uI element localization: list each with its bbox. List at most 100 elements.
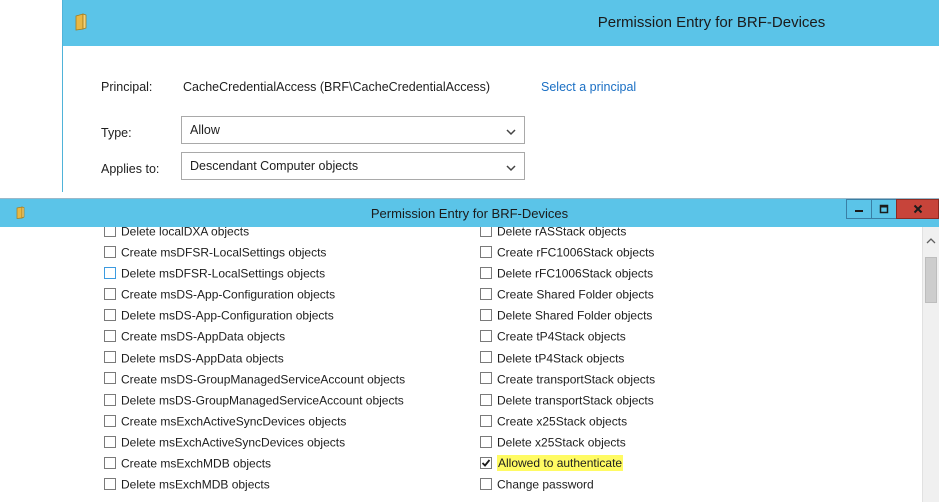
permission-item[interactable]: Create rFC1006Stack objects [480, 242, 655, 263]
back-permission-window: Permission Entry for BRF-Devices Princip… [62, 0, 939, 192]
close-button[interactable] [896, 199, 939, 219]
chevron-down-icon [506, 161, 516, 175]
permissions-list: Delete localDXA objects Create msDFSR-Loc… [0, 227, 922, 502]
permission-label: Delete msDS-GroupManagedServiceAccount o… [121, 393, 404, 408]
permission-checkbox[interactable] [480, 309, 492, 322]
permission-item[interactable]: Delete rASStack objects [480, 227, 655, 242]
permission-item[interactable]: Create x25Stack objects [480, 411, 655, 432]
applies-to-select[interactable]: Descendant Computer objects [181, 152, 525, 180]
permission-item[interactable]: Delete localDXA objects [104, 227, 405, 242]
permission-checkbox[interactable] [480, 393, 492, 406]
type-select[interactable]: Allow [181, 116, 525, 144]
front-window-titlebar[interactable]: Permission Entry for BRF-Devices [0, 199, 939, 227]
permission-label: Create x25Stack objects [497, 414, 628, 429]
select-principal-link[interactable]: Select a principal [541, 80, 636, 94]
back-window-titlebar[interactable]: Permission Entry for BRF-Devices [63, 0, 939, 46]
permission-item[interactable]: Create msExchMDB objects [104, 453, 405, 474]
permission-checkbox[interactable] [104, 435, 116, 448]
applies-to-label: Applies to: [101, 162, 160, 176]
permission-checkbox[interactable] [480, 245, 492, 258]
principal-value: CacheCredentialAccess (BRF\CacheCredenti… [183, 80, 491, 94]
permission-label: Create msDS-GroupManagedServiceAccount o… [121, 371, 406, 386]
permission-label: Create tP4Stack objects [497, 329, 626, 344]
permission-label: Delete tP4Stack objects [497, 350, 625, 365]
permission-label: Delete msDS-App-Configuration objects [121, 308, 334, 323]
permission-checkbox[interactable] [104, 330, 116, 343]
scrollbar-thumb[interactable] [925, 257, 937, 303]
front-permission-window: Permission Entry for BRF-Devices Delete … [0, 198, 939, 502]
permission-item[interactable]: Delete msDS-App-Configuration objects [104, 305, 405, 326]
permission-item[interactable]: Delete msDS-GroupManagedServiceAccount o… [104, 390, 405, 411]
permission-item[interactable]: Change password [480, 474, 655, 495]
permission-checkbox[interactable] [480, 477, 492, 490]
permission-checkbox[interactable] [104, 477, 116, 490]
permission-label: Delete msExchMDB objects [121, 477, 270, 492]
permission-checkbox[interactable] [480, 456, 492, 469]
permissions-left-column: Delete localDXA objects Create msDFSR-Loc… [104, 227, 405, 495]
principal-label: Principal: [101, 80, 153, 94]
permission-item[interactable]: Delete Shared Folder objects [480, 305, 655, 326]
permission-item[interactable]: Create msDS-AppData objects [104, 326, 405, 347]
chevron-down-icon [506, 125, 516, 139]
permission-item[interactable]: Create tP4Stack objects [480, 326, 655, 347]
permission-checkbox[interactable] [104, 372, 116, 385]
permission-item[interactable]: Allowed to authenticate [480, 453, 655, 474]
permission-label: Delete msDFSR-LocalSettings objects [121, 266, 326, 281]
permission-item[interactable]: Delete x25Stack objects [480, 432, 655, 453]
minimize-icon [855, 210, 863, 212]
permission-checkbox[interactable] [104, 267, 116, 280]
permission-label: Delete Shared Folder objects [497, 308, 653, 323]
permission-label: Allowed to authenticate [497, 455, 624, 472]
permission-label: Create msDS-App-Configuration objects [121, 287, 336, 302]
back-window-title: Permission Entry for BRF-Devices [597, 14, 826, 31]
permission-label: Create rFC1006Stack objects [497, 245, 655, 260]
permission-checkbox[interactable] [104, 351, 116, 364]
minimize-button[interactable] [846, 199, 872, 219]
permission-item[interactable]: Delete msDFSR-LocalSettings objects [104, 263, 405, 284]
permission-item[interactable]: Delete transportStack objects [480, 390, 655, 411]
permission-checkbox[interactable] [104, 309, 116, 322]
permission-item[interactable]: Delete msExchMDB objects [104, 474, 405, 495]
maximize-button[interactable] [871, 199, 897, 219]
vertical-scrollbar[interactable] [922, 227, 939, 502]
permission-label: Create msExchMDB objects [121, 456, 272, 471]
permission-item[interactable]: Delete tP4Stack objects [480, 348, 655, 369]
permission-item[interactable]: Delete rFC1006Stack objects [480, 263, 655, 284]
permission-item[interactable]: Create msDS-GroupManagedServiceAccount o… [104, 369, 405, 390]
permission-checkbox[interactable] [480, 351, 492, 364]
permission-checkbox[interactable] [480, 288, 492, 301]
permission-label: Delete rFC1006Stack objects [497, 266, 654, 281]
permission-item[interactable]: Create msDS-App-Configuration objects [104, 284, 405, 305]
permission-item[interactable]: Create transportStack objects [480, 369, 655, 390]
permission-item[interactable]: Create Shared Folder objects [480, 284, 655, 305]
permission-label: Delete rASStack objects [497, 227, 627, 239]
permission-checkbox[interactable] [104, 414, 116, 427]
permission-item[interactable]: Delete msDS-AppData objects [104, 348, 405, 369]
permission-checkbox[interactable] [480, 267, 492, 280]
permission-checkbox[interactable] [104, 288, 116, 301]
permission-checkbox[interactable] [480, 372, 492, 385]
permission-checkbox[interactable] [104, 245, 116, 258]
permission-label: Create transportStack objects [497, 371, 656, 386]
applies-to-select-value: Descendant Computer objects [190, 159, 359, 173]
scroll-up-icon[interactable] [926, 233, 936, 247]
permission-checkbox[interactable] [480, 435, 492, 448]
permission-checkbox[interactable] [104, 227, 116, 237]
permission-item[interactable]: Create msDFSR-LocalSettings objects [104, 242, 405, 263]
permission-checkbox[interactable] [480, 227, 492, 237]
permission-label: Create msExchActiveSyncDevices objects [121, 414, 347, 429]
close-icon [913, 204, 922, 214]
type-label: Type: [101, 126, 132, 140]
permission-checkbox[interactable] [104, 393, 116, 406]
permission-label: Create msDFSR-LocalSettings objects [121, 245, 327, 260]
permission-item[interactable]: Delete msExchActiveSyncDevices objects [104, 432, 405, 453]
permission-label: Delete transportStack objects [497, 393, 654, 408]
permission-item[interactable]: Create msExchActiveSyncDevices objects [104, 411, 405, 432]
permission-checkbox[interactable] [480, 414, 492, 427]
front-window-title: Permission Entry for BRF-Devices [370, 206, 569, 221]
permission-label: Delete localDXA objects [121, 227, 250, 239]
permission-label: Create msDS-AppData objects [121, 329, 286, 344]
permission-checkbox[interactable] [480, 330, 492, 343]
type-select-value: Allow [190, 123, 220, 137]
permission-checkbox[interactable] [104, 456, 116, 469]
